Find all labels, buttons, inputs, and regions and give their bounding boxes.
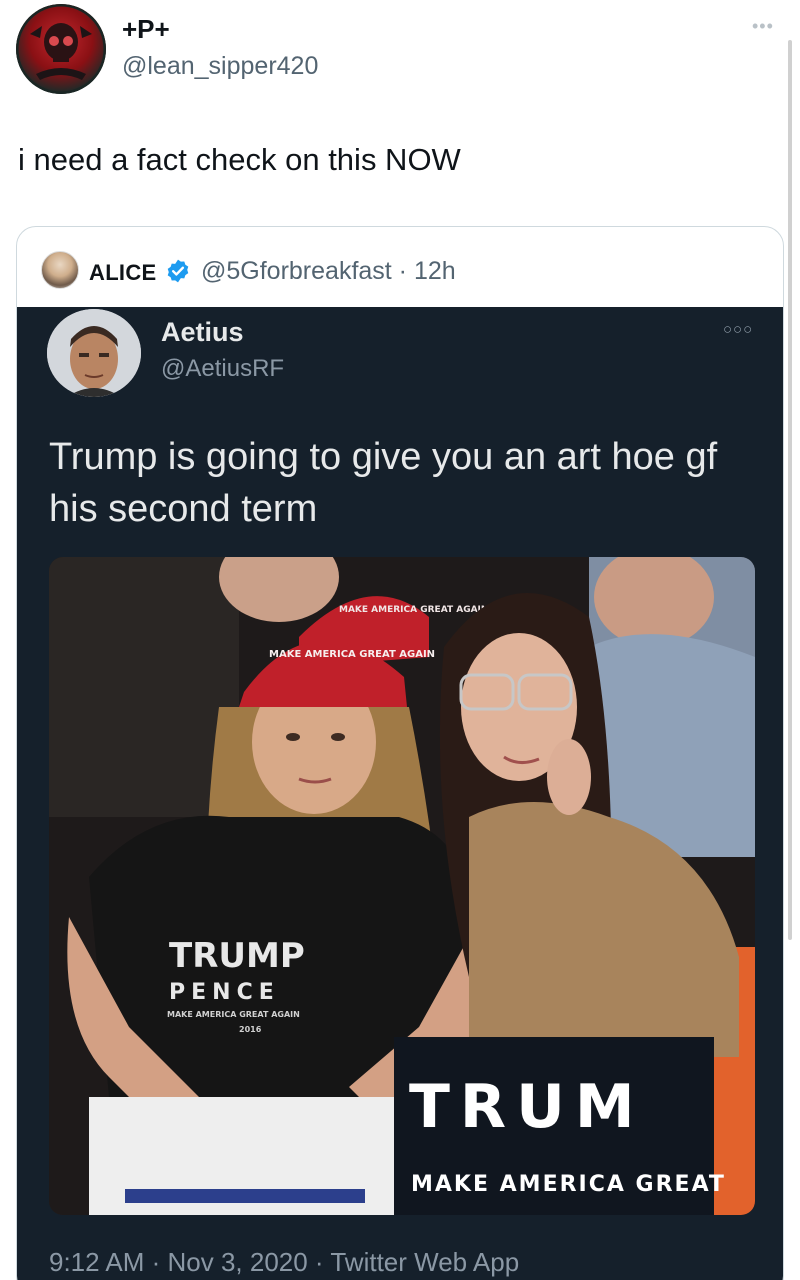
embedded-tweet-screenshot[interactable]: Aetius @AetiusRF ○○○ Trump is going to g… (17, 307, 783, 1280)
back-cap-text: MAKE AMERICA GREAT AGAIN (339, 605, 488, 615)
tweet-text: i need a fact check on this NOW (18, 142, 461, 177)
shirt-line4: 2016 (239, 1025, 262, 1034)
embedded-display-name: Aetius (161, 317, 244, 347)
quoted-user-avatar[interactable] (41, 251, 79, 289)
embedded-tweet-meta: 9:12 AM · Nov 3, 2020 · Twitter Web App (49, 1247, 520, 1277)
more-horizontal-icon[interactable]: ••• (752, 16, 774, 37)
skull-avatar-icon (16, 4, 106, 94)
shirt-line2: PENCE (169, 980, 280, 1005)
front-cap-text: MAKE AMERICA GREAT AGAIN (269, 649, 435, 660)
sign-sub-text: MAKE AMERICA GREAT (411, 1172, 726, 1197)
verified-badge-icon (167, 259, 189, 283)
rally-photo: MAKE AMERICA GREAT AGAIN MAKE AMERICA GR… (49, 557, 755, 1215)
embedded-tweet-text: Trump is going to give you an art hoe gf… (49, 436, 718, 530)
face-avatar-icon (47, 309, 141, 397)
embedded-user-avatar (47, 309, 141, 397)
quoted-display-name[interactable]: ALICE (89, 260, 157, 286)
user-handle[interactable]: @lean_sipper420 (122, 52, 318, 81)
shirt-line1: TRUMP (169, 936, 305, 976)
embedded-handle: @AetiusRF (161, 355, 285, 382)
display-name[interactable]: +P+ (122, 14, 170, 45)
quoted-handle-time[interactable]: @5Gforbreakfast · 12h (201, 257, 456, 286)
quoted-tweet-card[interactable]: ALICE @5Gforbreakfast · 12h Aetius @Aeti… (16, 226, 784, 1280)
tweet-photo: MAKE AMERICA GREAT AGAIN MAKE AMERICA GR… (49, 557, 755, 1215)
more-circles-icon: ○○○ (723, 321, 754, 338)
sign-main-text: TRUM (409, 1072, 645, 1142)
scrollbar[interactable] (788, 40, 792, 940)
shirt-line3: MAKE AMERICA GREAT AGAIN (167, 1010, 300, 1019)
user-avatar[interactable] (16, 4, 106, 94)
